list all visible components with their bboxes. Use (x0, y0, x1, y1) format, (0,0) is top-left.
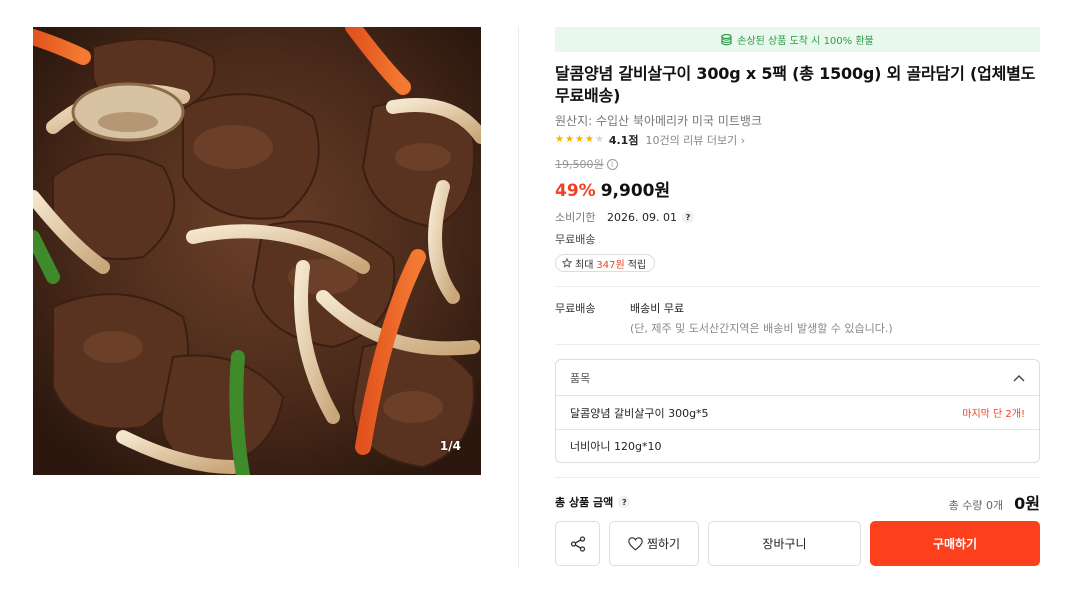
expiry-label: 소비기한 (555, 211, 596, 224)
heart-icon (628, 536, 643, 551)
buy-label: 구매하기 (932, 537, 978, 551)
discount-rate: 49% (555, 181, 596, 201)
product-image[interactable]: 1/4 (33, 27, 481, 475)
points-suffix: 적립 (627, 259, 647, 271)
divider (555, 477, 1040, 478)
free-shipping-label: 무료배송 (555, 233, 596, 246)
share-button[interactable] (555, 521, 600, 566)
column-divider (518, 27, 519, 567)
shipping-fee: 배송비 무료 (630, 302, 685, 315)
total-quantity: 총 수량 0개 (948, 499, 1004, 512)
product-title: 달콤양념 갈비살구이 300g x 5팩 (총 1500g) 외 골라담기 (업… (555, 64, 1036, 105)
image-counter: 1/4 (439, 439, 461, 453)
star-filled-icon: ★ (584, 134, 594, 145)
total-amount: 0원 (1014, 494, 1040, 513)
points-amount: 347원 (596, 259, 625, 271)
shipping-label: 무료배송 (555, 302, 596, 315)
options-header-label: 품목 (570, 371, 591, 385)
expiry-value: 2026. 09. 01 (607, 210, 677, 224)
coin-stack-icon (721, 33, 732, 45)
chevron-right-icon: › (740, 134, 746, 147)
add-to-cart-button[interactable]: 장바구니 (708, 521, 861, 566)
refund-banner: 손상된 상품 도착 시 100% 환불 (555, 27, 1040, 52)
divider (555, 344, 1040, 345)
sale-price: 9,900원 (600, 181, 671, 201)
shipping-note: (단, 제주 및 도서산간지역은 배송비 발생할 수 있습니다.) (630, 322, 893, 335)
product-info-panel: 손상된 상품 도착 시 100% 환불 달콤양념 갈비살구이 300g x 5팩… (555, 27, 1040, 566)
reviews-link[interactable]: 10건의 리뷰 더보기 › (645, 132, 745, 148)
option-name: 달콤양념 갈비살구이 300g*5 (570, 406, 709, 420)
expiry-row: 소비기한 2026. 09. 01 ? (555, 209, 1040, 225)
option-item[interactable]: 달콤양념 갈비살구이 300g*5 마지막 단 2개! (556, 396, 1039, 429)
wishlist-label: 찜하기 (646, 537, 681, 551)
option-item[interactable]: 너비아니 120g*10 (556, 429, 1039, 462)
price-row: 49% 9,900원 (555, 176, 1040, 201)
action-buttons: 찜하기 장바구니 구매하기 (555, 521, 1040, 566)
chevron-up-icon (1013, 374, 1025, 381)
total-summary: 총 수량 0개 0원 (949, 490, 1040, 514)
refund-banner-text: 손상된 상품 도착 시 100% 환불 (737, 36, 874, 47)
wishlist-button[interactable]: 찜하기 (609, 521, 699, 566)
cart-label: 장바구니 (762, 537, 807, 551)
help-icon[interactable]: ? (618, 496, 631, 508)
star-outline-icon (562, 258, 572, 268)
option-name: 너비아니 120g*10 (570, 440, 662, 453)
buy-now-button[interactable]: 구매하기 (870, 521, 1040, 566)
stock-badge: 마지막 단 2개! (962, 409, 1025, 420)
star-filled-icon: ★ (564, 134, 574, 145)
options-header[interactable]: 품목 (556, 360, 1039, 396)
points-prefix: 최대 (575, 259, 594, 271)
shipping-row: 무료배송 배송비 무료 (단, 제주 및 도서산간지역은 배송비 발생할 수 있… (555, 287, 1040, 344)
points-chip: 최대 347원 적립 (555, 254, 656, 272)
rating-stars: ★ ★ ★ ★ ★ (555, 135, 604, 145)
original-price: 19,500원 (555, 158, 604, 171)
help-icon[interactable]: ? (681, 211, 694, 223)
info-icon[interactable]: i (606, 158, 618, 170)
star-filled-icon: ★ (555, 134, 564, 145)
star-filled-icon: ★ (574, 134, 584, 145)
star-empty-icon: ★ (594, 134, 604, 145)
total-label: 총 상품 금액 (555, 496, 614, 509)
rating-score: 4.1점 (608, 134, 639, 147)
original-price-row: 19,500원 i (555, 156, 1040, 172)
share-icon (570, 535, 585, 552)
reviews-link-label: 10건의 리뷰 더보기 (645, 134, 738, 147)
options-dropdown: 품목 달콤양념 갈비살구이 300g*5 마지막 단 2개! 너비아니 120g… (555, 359, 1040, 463)
photo-image (33, 27, 481, 475)
origin-info: 원산지: 수입산 북아메리카 미국 미트뱅크 (555, 114, 762, 128)
total-row: 총 상품 금액 ? 총 수량 0개 0원 (555, 490, 1040, 514)
total-label-group: 총 상품 금액 ? (555, 494, 631, 510)
rating-row: ★ ★ ★ ★ ★ 4.1점 10건의 리뷰 더보기 › (555, 132, 1040, 148)
